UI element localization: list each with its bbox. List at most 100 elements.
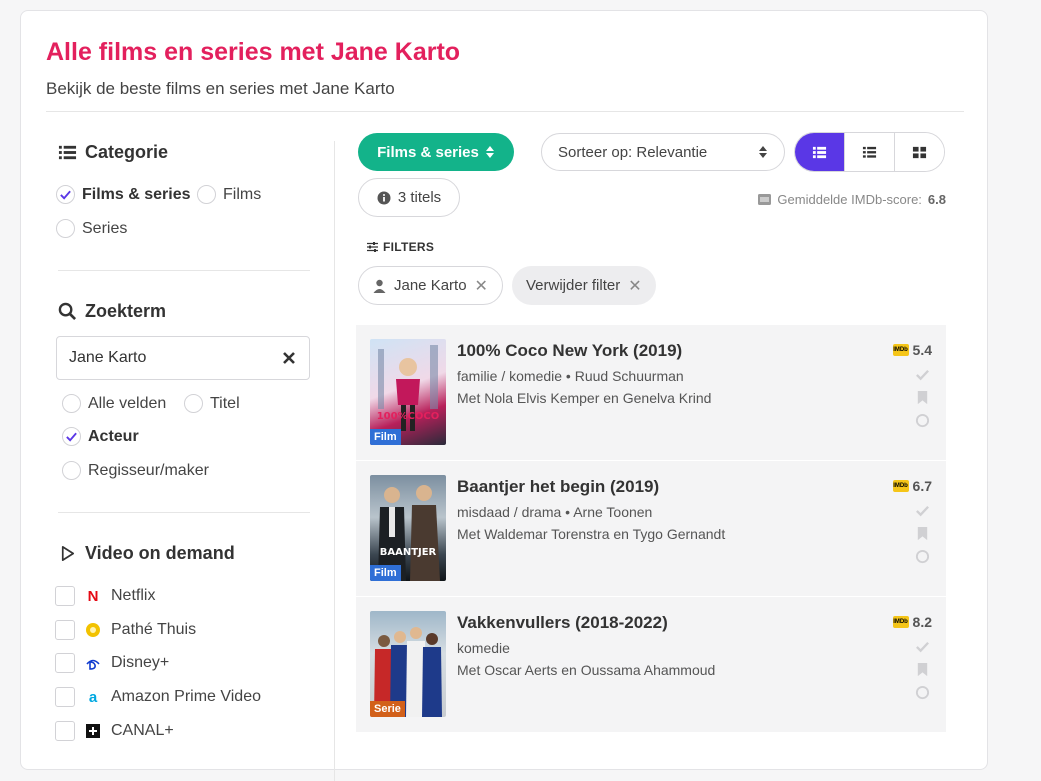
clear-icon[interactable] (281, 350, 297, 366)
view-list-detailed[interactable] (795, 133, 844, 171)
vod-heading: Video on demand (58, 543, 235, 564)
circle-icon[interactable] (915, 413, 930, 428)
list-icon (862, 146, 877, 158)
poster-image[interactable]: Serie (370, 611, 446, 717)
item-actions (915, 503, 930, 564)
count-pill[interactable]: 3 titels (358, 178, 460, 217)
disney-icon (85, 655, 101, 671)
zoekterm-heading: Zoekterm (58, 301, 166, 322)
filter-chip-actor[interactable]: Jane Karto ✕ (358, 266, 503, 305)
item-meta: familie / komedie • Ruud Schuurman (457, 368, 684, 384)
seen-check-icon[interactable] (915, 639, 930, 654)
bookmark-icon[interactable] (915, 390, 930, 405)
canal-plus-icon (85, 723, 101, 739)
sidebar-divider (334, 141, 335, 781)
item-meta: komedie (457, 640, 510, 656)
search-option-alle-velden[interactable]: Alle velden (62, 394, 166, 413)
grid-icon (912, 146, 927, 158)
imdb-score: IMDb 6.7 (892, 478, 932, 494)
pathe-icon (85, 622, 101, 638)
divider (58, 512, 310, 513)
vod-disney[interactable]: Disney+ (55, 653, 169, 673)
radio[interactable] (197, 185, 216, 204)
circle-icon[interactable] (915, 549, 930, 564)
netflix-icon: N (87, 587, 99, 605)
check-icon (60, 190, 71, 200)
sort-icon (759, 146, 767, 158)
filters-label: FILTERS (366, 240, 434, 254)
type-badge: Film (370, 565, 401, 581)
view-toggle (794, 132, 945, 172)
page-title: Alle films en series met Jane Karto (46, 38, 461, 66)
type-filter-button[interactable]: Films & series (358, 133, 514, 171)
vod-amazon[interactable]: a Amazon Prime Video (55, 687, 261, 707)
radio[interactable] (56, 219, 75, 238)
bookmark-icon[interactable] (915, 662, 930, 677)
info-icon (377, 191, 391, 204)
seen-check-icon[interactable] (915, 503, 930, 518)
imdb-icon: IMDb (892, 616, 909, 628)
result-item[interactable]: Serie Vakkenvullers (2018-2022) komedie … (356, 597, 946, 732)
remove-filter-chip[interactable]: Verwijder filter ✕ (512, 266, 656, 305)
radio-checked[interactable] (62, 427, 81, 446)
checkbox[interactable] (55, 721, 75, 741)
item-title[interactable]: 100% Coco New York (2019) (457, 341, 682, 361)
item-title[interactable]: Baantjer het begin (2019) (457, 477, 659, 497)
main-card: Alle films en series met Jane Karto Beki… (20, 10, 988, 781)
view-list-compact[interactable] (844, 133, 894, 171)
radio-checked[interactable] (56, 185, 75, 204)
search-option-regisseur[interactable]: Regisseur/maker (62, 461, 209, 480)
category-option-films[interactable]: Films (197, 185, 261, 204)
page-subtitle: Bekijk de beste films en series met Jane… (46, 79, 395, 98)
circle-icon[interactable] (915, 685, 930, 700)
svg-text:100%COCO: 100%COCO (377, 411, 440, 422)
poster-image[interactable]: BAANTJER Film (370, 475, 446, 581)
checkbox[interactable] (55, 620, 75, 640)
search-input[interactable]: Jane Karto (56, 336, 310, 380)
play-icon (61, 545, 75, 562)
result-item[interactable]: BAANTJER Film Baantjer het begin (2019) … (356, 461, 946, 596)
sliders-icon (367, 242, 378, 252)
checkbox[interactable] (55, 687, 75, 707)
check-icon (66, 432, 77, 442)
imdb-score: IMDb 5.4 (892, 342, 932, 358)
type-badge: Film (370, 429, 401, 445)
close-icon[interactable]: ✕ (628, 276, 641, 296)
imdb-average: Gemiddelde IMDb-score: 6.8 (758, 192, 946, 207)
radio[interactable] (184, 394, 203, 413)
vod-netflix[interactable]: N Netflix (55, 586, 155, 606)
item-meta: misdaad / drama • Arne Toonen (457, 504, 653, 520)
divider (46, 111, 964, 112)
category-option-series[interactable]: Series (56, 219, 127, 238)
close-icon[interactable]: ✕ (475, 276, 488, 296)
list-icon (812, 146, 827, 158)
radio[interactable] (62, 461, 81, 480)
vod-pathe[interactable]: Pathé Thuis (55, 620, 196, 640)
search-option-titel[interactable]: Titel (184, 394, 240, 413)
vod-canal[interactable]: CANAL+ (55, 721, 174, 741)
sort-select[interactable]: Sorteer op: Relevantie (541, 133, 785, 171)
result-item[interactable]: 100%COCO Film 100% Coco New York (2019) … (356, 325, 946, 460)
poster-image[interactable]: 100%COCO Film (370, 339, 446, 445)
imdb-icon: IMDb (892, 480, 909, 492)
search-option-acteur[interactable]: Acteur (62, 427, 139, 446)
item-title[interactable]: Vakkenvullers (2018-2022) (457, 613, 668, 633)
view-grid[interactable] (894, 133, 944, 171)
bookmark-icon[interactable] (915, 526, 930, 541)
checkbox[interactable] (55, 653, 75, 673)
category-option-films-series[interactable]: Films & series (56, 185, 191, 204)
item-actions (915, 639, 930, 700)
item-cast: Met Oscar Aerts en Oussama Ahammoud (457, 662, 716, 678)
imdb-icon: IMDb (892, 344, 909, 356)
seen-check-icon[interactable] (915, 367, 930, 382)
sort-icon (485, 146, 494, 158)
list-icon (58, 145, 77, 160)
item-cast: Met Nola Elvis Kemper en Genelva Krind (457, 390, 712, 406)
radio[interactable] (62, 394, 81, 413)
categorie-heading: Categorie (58, 142, 168, 163)
svg-text:BAANTJER: BAANTJER (380, 547, 437, 558)
checkbox[interactable] (55, 586, 75, 606)
amazon-icon: a (88, 688, 98, 706)
item-actions (915, 367, 930, 428)
item-cast: Met Waldemar Torenstra en Tygo Gernandt (457, 526, 726, 542)
